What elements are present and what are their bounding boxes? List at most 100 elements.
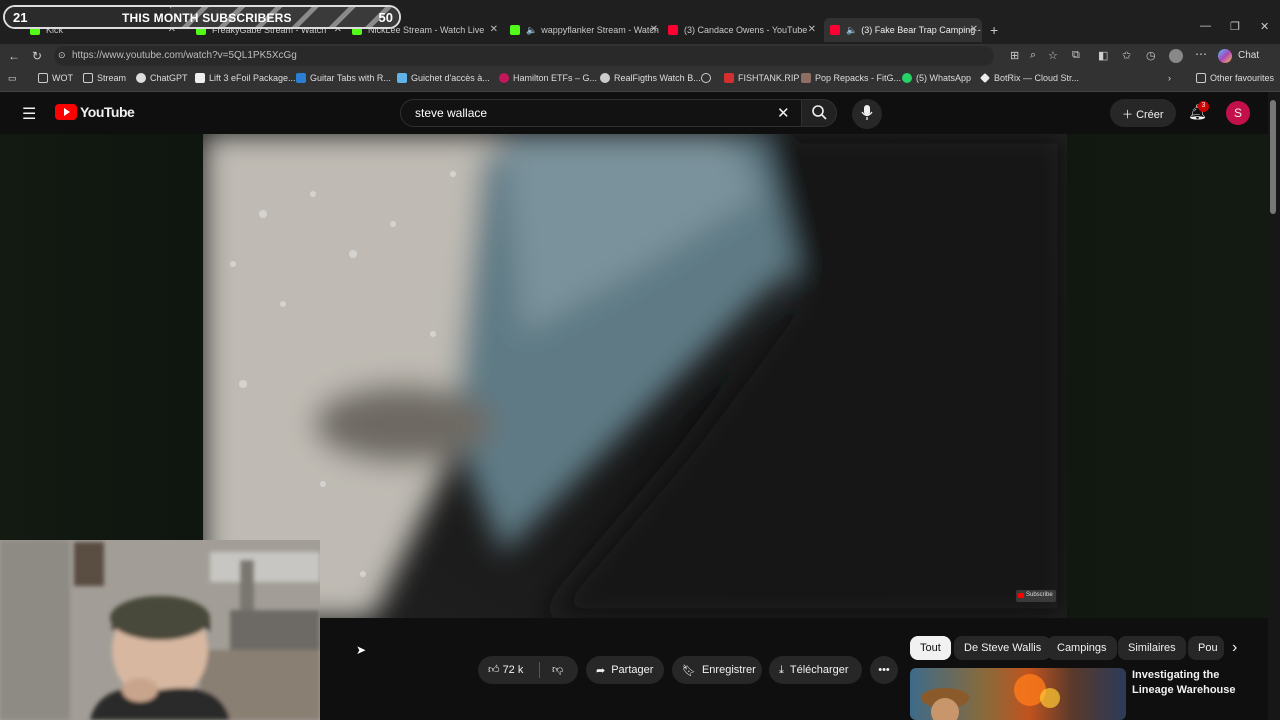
chip-similar[interactable]: Similaires [1118, 636, 1186, 660]
bookmark-guitar-tabs[interactable]: Guitar Tabs with R... [296, 73, 391, 83]
bookmark-guichet[interactable]: Guichet d'accès à... [397, 73, 490, 83]
guichet-icon [397, 73, 407, 83]
tab-wappyflanker[interactable]: 🔈 wappyflanker Stream - Watch ✕ [510, 18, 662, 42]
like-dislike-group: 👍︎ 72 k 👎︎ [478, 656, 578, 684]
bookmark-label: BotRix — Cloud Str... [994, 73, 1080, 83]
other-favourites[interactable]: Other favourites [1196, 73, 1274, 83]
chip-label: Pou [1198, 642, 1218, 654]
bookmark-wot[interactable]: WOT [38, 73, 73, 83]
chat-button[interactable]: Chat [1238, 50, 1259, 61]
watermark-label: Subscribe [1026, 592, 1053, 598]
chip-from-steve-wallis[interactable]: De Steve Wallis [954, 636, 1052, 660]
speaker-icon: 🔈 [846, 24, 858, 35]
reading-list-icon[interactable]: ▭ [8, 73, 17, 84]
wordpress-icon [600, 73, 610, 83]
zoom-icon[interactable]: ⌕ [1030, 49, 1036, 62]
bookmark-chatgpt[interactable]: ChatGPT [136, 73, 188, 83]
bookmark-label: WOT [52, 73, 73, 83]
fitgirl-icon [801, 73, 811, 83]
url-text: https://www.youtube.com/watch?v=5QL1PK5X… [72, 50, 297, 61]
restore-icon[interactable]: ❐ [1230, 20, 1240, 33]
chip-label: De Steve Wallis [964, 642, 1042, 654]
thumbs-up-icon: 👍︎ [488, 664, 500, 676]
apps-icon[interactable]: ⊞ [1010, 49, 1019, 62]
bookmark-fishtank[interactable]: FISHTANK.RIP [724, 73, 799, 83]
search-button[interactable] [801, 99, 837, 127]
close-icon[interactable]: ✕ [970, 24, 978, 35]
new-tab-button[interactable]: + [990, 18, 1006, 42]
tab-candace-owens[interactable]: (3) Candace Owens - YouTube ✕ [668, 18, 820, 42]
globe-icon [701, 73, 711, 83]
hamburger-menu-icon[interactable]: ☰ [22, 104, 36, 124]
bookmark-stream[interactable]: Stream [83, 73, 126, 83]
goal-title: THIS MONTH SUBSCRIBERS [122, 11, 292, 25]
bookmark-label: Other favourites [1210, 73, 1275, 83]
favorite-star-icon[interactable]: ☆ [1048, 49, 1058, 62]
profile-icon[interactable] [1169, 49, 1183, 63]
chevron-right-icon[interactable]: › [1232, 639, 1237, 657]
subscribe-watermark[interactable]: Subscribe [1016, 590, 1056, 602]
dislike-button[interactable]: 👎︎ [552, 663, 563, 676]
webcam-overlay [0, 540, 320, 720]
more-horizontal-icon: ••• [878, 664, 890, 676]
bookmark-botrix[interactable]: BotRix — Cloud Str... [980, 73, 1079, 83]
folder-icon [1196, 73, 1206, 83]
chip-pour-vous[interactable]: Pou [1188, 636, 1224, 660]
bookmark-hamilton[interactable]: Hamilton ETFs – G... [499, 73, 597, 83]
subscriber-goal-overlay: 21 THIS MONTH SUBSCRIBERS 50 [3, 5, 401, 29]
youtube-play-icon [55, 104, 77, 120]
close-window-icon[interactable]: ✕ [1260, 20, 1269, 33]
minimize-icon[interactable]: — [1200, 20, 1211, 32]
more-actions-button[interactable]: ••• [870, 656, 898, 684]
avatar[interactable]: S [1226, 101, 1250, 125]
back-icon[interactable]: ← [8, 49, 20, 63]
clear-search-icon[interactable]: ✕ [777, 104, 790, 122]
close-icon[interactable]: ✕ [650, 24, 658, 35]
tab-label: wappyflanker Stream - Watch [541, 25, 659, 35]
bookmark-whatsapp[interactable]: (5) WhatsApp [902, 73, 971, 83]
bookmark-lift[interactable]: Lift 3 eFoil Package... [195, 73, 296, 83]
share-button[interactable]: ➦ Partager [586, 656, 664, 684]
chip-label: Tout [920, 642, 941, 654]
bookmark-label: ChatGPT [150, 73, 188, 83]
chevron-right-icon[interactable]: › [1168, 73, 1171, 83]
voice-search-button[interactable] [852, 99, 882, 129]
history-icon[interactable]: ◷ [1146, 49, 1156, 62]
close-icon[interactable]: ✕ [808, 24, 816, 35]
mouse-cursor: ➤ [356, 643, 367, 657]
chip-label: Similaires [1128, 642, 1176, 654]
bookmark-realfigths[interactable]: RealFigths Watch B... [600, 73, 701, 83]
like-button[interactable]: 👍︎ 72 k [488, 663, 523, 676]
thumbnail-art [921, 674, 1060, 720]
url-field[interactable]: https://www.youtube.com/watch?v=5QL1PK5X… [54, 46, 994, 66]
close-icon[interactable]: ✕ [490, 24, 498, 35]
save-button[interactable]: 🔖︎ Enregistrer [672, 656, 762, 684]
split-screen-icon[interactable]: ◧ [1098, 49, 1108, 62]
scrollbar-thumb[interactable] [1270, 100, 1276, 214]
chip-all[interactable]: Tout [910, 636, 951, 660]
goal-current-count: 21 [13, 10, 28, 25]
bookmark-pop-repacks[interactable]: Pop Repacks - FitG... [801, 73, 901, 83]
extensions-icon[interactable]: ⧉ [1072, 49, 1080, 62]
create-button[interactable]: ＋ Créer [1110, 99, 1176, 127]
download-button[interactable]: ⤓ Télécharger [769, 656, 862, 684]
folder-icon [38, 73, 48, 83]
goal-target-count: 50 [378, 10, 393, 25]
more-menu-icon[interactable]: ⋯ [1195, 47, 1207, 61]
search-input[interactable]: steve wallace [400, 99, 802, 127]
bookmark-label: Lift 3 eFoil Package... [209, 73, 296, 83]
reload-icon[interactable]: ↻ [32, 49, 42, 63]
tab-fake-bear-trap[interactable]: 🔈 (3) Fake Bear Trap Camping - ✕ [824, 18, 982, 42]
chip-campings[interactable]: Campings [1047, 636, 1117, 660]
video-frame [203, 134, 1067, 618]
suggested-video-thumbnail[interactable] [910, 668, 1126, 720]
globe-bookmark[interactable] [701, 73, 715, 83]
fishtank-icon [724, 73, 734, 83]
copilot-icon[interactable] [1218, 49, 1232, 63]
youtube-logo[interactable]: YouTube [55, 104, 135, 120]
botrix-icon [980, 73, 990, 83]
favorites-icon[interactable]: ✩ [1122, 49, 1131, 62]
site-info-icon[interactable]: ⊙ [58, 50, 66, 61]
video-player[interactable]: Subscribe [203, 134, 1067, 618]
suggested-video-title[interactable]: Investigating the Lineage Warehouse Disa… [1132, 668, 1260, 698]
